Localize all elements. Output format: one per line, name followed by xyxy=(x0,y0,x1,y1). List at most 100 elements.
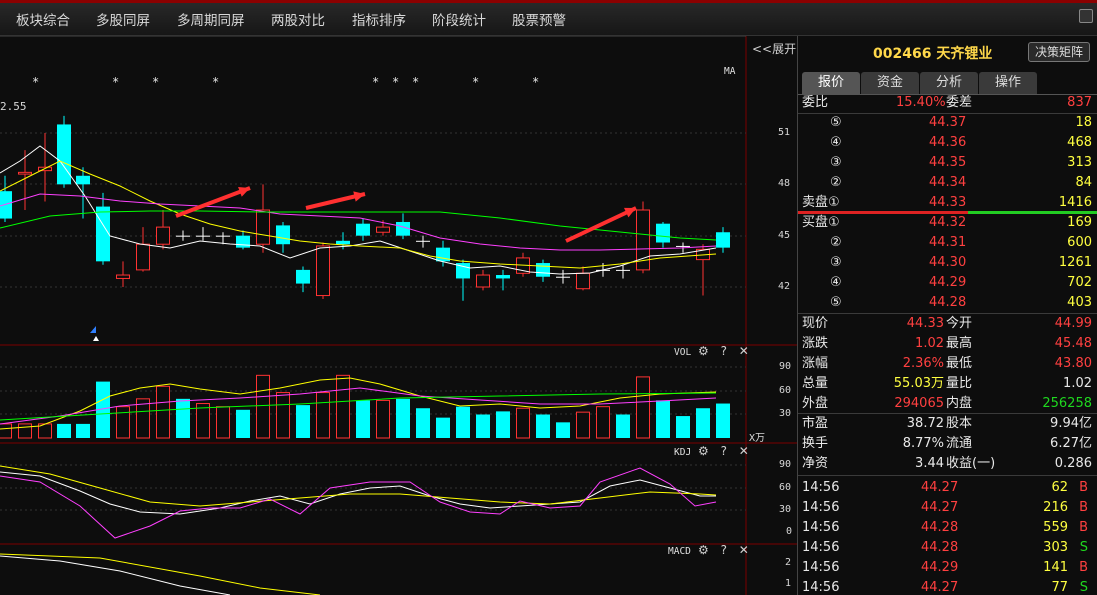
candle-up xyxy=(256,209,270,245)
candle-up xyxy=(18,171,32,175)
tick-volume: 216 xyxy=(1043,500,1068,515)
volume-bar-up xyxy=(636,376,650,439)
candle-down xyxy=(616,269,630,271)
volume-bar-up xyxy=(156,385,170,439)
kdj-panel-icons[interactable]: ⚙ ? ✕ xyxy=(698,444,753,458)
candle-down xyxy=(716,232,730,248)
stat-value: 38.72 xyxy=(906,416,944,431)
menu-multi-stock[interactable]: 多股同屏 xyxy=(96,9,150,29)
candle-up xyxy=(156,226,170,245)
expand-button[interactable]: <<展开 xyxy=(752,40,796,57)
tab-analysis[interactable]: 分析 xyxy=(920,72,978,94)
candle-down xyxy=(216,235,230,237)
candle-up xyxy=(576,272,590,290)
macd-panel-icons[interactable]: ⚙ ? ✕ xyxy=(698,543,753,557)
ask-row: 卖盘① 44.33 1416 xyxy=(798,193,1097,213)
tick-volume: 62 xyxy=(1051,480,1068,495)
tick-price: 44.28 xyxy=(921,520,959,535)
tab-quote[interactable]: 报价 xyxy=(802,72,860,94)
stock-code: 002466 xyxy=(873,46,932,62)
stat-row: 总量 55.03万 量比 1.02 xyxy=(798,374,1097,394)
bid-row: ③ 44.30 1261 xyxy=(798,253,1097,273)
window-close-button[interactable] xyxy=(1079,9,1093,23)
order-diff-value: 837 xyxy=(1067,95,1092,110)
bid-price: 44.31 xyxy=(929,235,967,250)
candle-down xyxy=(176,235,190,237)
tick-row: 14:56 44.27 216 B xyxy=(798,498,1097,518)
stat-value: 8.77% xyxy=(902,436,944,451)
ask-price: 44.33 xyxy=(929,195,967,210)
volume-bar-down xyxy=(57,423,71,438)
tick-volume: 303 xyxy=(1043,540,1068,555)
menu-accent-line xyxy=(0,0,1097,3)
stat-row: 涨跌 1.02 最高 45.48 xyxy=(798,334,1097,354)
volume-bar-down xyxy=(436,417,450,438)
volume-bar-up xyxy=(256,374,270,439)
stat-value: 294065 xyxy=(894,396,944,411)
stat-row: 外盘 294065 内盘 256258 xyxy=(798,394,1097,414)
stat-label: 涨幅 xyxy=(802,356,829,371)
volume-bar-up xyxy=(316,392,330,439)
tick-row: 14:56 44.28 303 S xyxy=(798,538,1097,558)
candle-down xyxy=(76,175,90,185)
candle-down xyxy=(196,235,210,237)
tab-capital[interactable]: 资金 xyxy=(861,72,919,94)
ask-volume: 313 xyxy=(1067,155,1092,170)
candle-down xyxy=(496,275,510,279)
candle-down xyxy=(416,240,430,242)
vol-panel-icons[interactable]: ⚙ ? ✕ xyxy=(698,344,753,358)
volume-bar-up xyxy=(0,423,12,439)
volume-bar-up xyxy=(196,403,210,439)
kdj-axis-0: 0 xyxy=(786,526,793,537)
ask-volume: 468 xyxy=(1067,135,1092,150)
ask-row: ③ 44.35 313 xyxy=(798,153,1097,173)
bid-price: 44.29 xyxy=(929,275,967,290)
vol-unit-label: X万 xyxy=(749,433,766,444)
stat-row: 现价 44.33 今开 44.99 xyxy=(798,314,1097,334)
ask-price: 44.36 xyxy=(929,135,967,150)
ask-price: 44.35 xyxy=(929,155,967,170)
signal-star-icon: * xyxy=(152,75,159,89)
volume-bar-up xyxy=(576,411,590,439)
kdj-axis-30: 30 xyxy=(779,504,792,515)
stat-label: 最高 xyxy=(946,336,973,351)
tick-row: 14:56 44.29 141 B xyxy=(798,558,1097,578)
stat-label: 流通 xyxy=(946,436,973,451)
tick-side: B xyxy=(1079,520,1088,535)
tick-time: 14:56 xyxy=(802,560,840,575)
stat-row: 市盈 38.72 股本 9.94亿 xyxy=(798,414,1097,434)
menu-compare-two[interactable]: 两股对比 xyxy=(271,9,325,29)
stat-label: 最低 xyxy=(946,356,973,371)
menu-sector-overview[interactable]: 板块综合 xyxy=(16,9,70,29)
bid-level-label: ④ xyxy=(830,275,842,290)
bid-level-label: 买盘① xyxy=(802,215,840,230)
kline-chart-area[interactable]: * * * * * * * * * <<展开 MA 2.55 51 48 45 42 VOL ⚙… xyxy=(0,36,797,595)
order-ratio-label: 委比 xyxy=(802,95,829,110)
bid-price: 44.30 xyxy=(929,255,967,270)
volume-bar-down xyxy=(236,409,250,438)
marker-flag-icon xyxy=(90,326,96,333)
volume-bar-up xyxy=(516,407,530,439)
decision-matrix-button[interactable]: 决策矩阵 xyxy=(1028,42,1090,62)
kdj-axis-60: 60 xyxy=(779,482,792,493)
tick-side: B xyxy=(1079,500,1088,515)
menu-stock-alert[interactable]: 股票预警 xyxy=(512,9,566,29)
stats-divider-2 xyxy=(798,475,1097,476)
tick-price: 44.27 xyxy=(921,480,959,495)
stat-row: 涨幅 2.36% 最低 43.80 xyxy=(798,354,1097,374)
signal-star-icon: * xyxy=(372,75,379,89)
menu-indicator-sort[interactable]: 指标排序 xyxy=(352,9,406,29)
volume-bar-down xyxy=(556,422,570,438)
stat-label: 股本 xyxy=(946,416,973,431)
vol-axis-30: 30 xyxy=(779,408,792,419)
menu-multi-period[interactable]: 多周期同屏 xyxy=(177,9,245,29)
menu-stage-stats[interactable]: 阶段统计 xyxy=(432,9,486,29)
candle-down xyxy=(236,235,250,248)
ask-volume: 18 xyxy=(1075,115,1092,130)
kline-chart[interactable]: * * * * * * * * * xyxy=(0,36,797,595)
candle-up xyxy=(476,274,490,288)
candle-up xyxy=(136,243,150,271)
tab-operation[interactable]: 操作 xyxy=(979,72,1037,94)
tick-time: 14:56 xyxy=(802,520,840,535)
stat-label: 市盈 xyxy=(802,416,829,431)
